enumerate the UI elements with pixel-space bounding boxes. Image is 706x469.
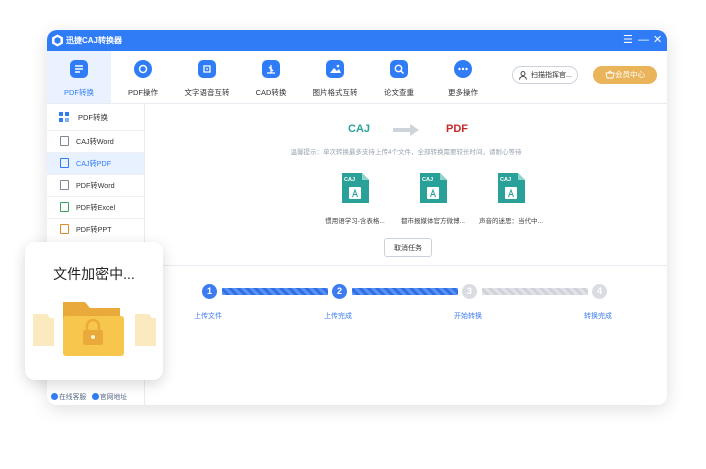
from-format-label: CAJ [348,123,371,135]
sidebar-item-pdf-excel[interactable]: PDF转Excel [47,196,144,218]
sidebar-item-label: PDF转Word [76,181,115,190]
tool-label: CAD转换 [255,88,287,97]
popup-title: 文件加密中... [53,266,135,282]
step-connector [352,288,458,295]
close-icon[interactable]: ✕ [653,33,662,47]
file-item[interactable]: CAJ 声音的迷思：当代中... [461,172,561,225]
sidebar-item-caj-pdf[interactable]: CAJ转PDF [47,152,144,174]
caj-file-icon: CAJ [498,173,525,203]
basket-icon [605,70,615,79]
title-bar: 迅捷CAJ转换器 ☰ — ✕ [47,30,667,51]
step-3-dot: 3 [462,284,477,299]
step-4-dot: 4 [592,284,607,299]
paper-check-icon [390,60,408,78]
cancel-task-button[interactable]: 取消任务 [384,238,432,257]
vip-center-button[interactable]: 会员中心 [593,66,657,84]
official-site-link[interactable]: 官网地址 [91,393,128,401]
locked-folder-icon [33,302,156,356]
step-connector [482,288,588,295]
scan-label: 扫描指挥官... [531,72,572,79]
cad-icon [262,60,280,78]
sidebar-item-label: CAJ转PDF [76,159,112,168]
tip-text: 温馨提示：单次转换最多支持上传4个文件，全部转换需要较长时间，请耐心等待 [290,149,522,156]
sidebar-header: PDF转换 [47,104,144,130]
caj-file-icon: CAJ [420,173,447,203]
encrypting-popup: 文件加密中... [25,242,163,380]
online-service-label: 在线客服 [59,394,87,401]
tool-label: PDF操作 [128,88,158,97]
service-icon [51,393,58,400]
vip-label: 会员中心 [615,70,645,79]
sidebar-item-label: PDF转Excel [76,203,116,212]
tool-label: 文字语音互转 [184,88,230,97]
tool-text-voice[interactable]: 文字语音互转 [175,51,239,103]
step-connector [222,288,328,295]
arrow-right-icon [393,124,419,136]
pdf-operate-icon [134,60,152,78]
image-icon [326,60,344,78]
to-format-label: PDF [446,123,468,135]
tool-label: 论文查重 [384,88,414,97]
sidebar-footer: 在线客服 官网地址 [51,391,127,401]
sidebar-header-label: PDF转换 [78,113,108,122]
sidebar-item-pdf-ppt[interactable]: PDF转PPT [47,218,144,240]
scan-commander-button[interactable]: 扫描指挥官... [512,66,578,84]
grid-icon [59,112,69,122]
file-badge: CAJ [500,177,511,183]
app-title: 迅捷CAJ转换器 [66,36,123,45]
file-icon [60,202,69,212]
app-logo-icon [52,34,63,47]
official-site-label: 官网地址 [99,394,128,401]
step-2-dot: 2 [332,284,347,299]
file-icon [60,180,69,190]
step-2-label: 上传完成 [324,313,352,320]
sidebar-item-caj-word[interactable]: CAJ转Word [47,130,144,152]
step-1-label: 上传文件 [194,313,222,320]
file-icon [60,158,69,168]
globe-icon [91,393,99,400]
more-icon [454,60,472,78]
user-icon [519,71,527,80]
text-voice-icon [198,60,216,78]
caj-file-icon: CAJ [342,173,369,203]
step-1-dot: 1 [202,284,217,299]
sidebar-item-label: PDF转PPT [76,225,112,234]
tool-label: 图片格式互转 [312,88,358,97]
tool-pdf-convert[interactable]: PDF转换 [47,51,111,103]
tool-label: PDF转换 [64,88,94,97]
tool-label: 更多操作 [448,88,478,97]
file-icon [60,136,69,146]
file-badge: CAJ [344,177,355,183]
file-name: 声音的迷思：当代中... [479,218,543,225]
tool-image[interactable]: 图片格式互转 [303,51,367,103]
minimize-icon[interactable]: — [638,33,649,47]
step-3-label: 开始转换 [454,313,482,320]
tool-more[interactable]: 更多操作 [431,51,495,103]
step-4-label: 转换完成 [584,313,612,320]
menu-icon[interactable]: ☰ [623,33,633,47]
progress-steps: 1 2 3 4 上传文件 上传完成 开始转换 转换完成 [145,266,667,405]
sidebar-item-pdf-word[interactable]: PDF转Word [47,174,144,196]
tool-pdf-operate[interactable]: PDF操作 [111,51,175,103]
tool-cad[interactable]: CAD转换 [239,51,303,103]
sidebar-item-label: CAJ转Word [76,137,114,146]
tool-paper-check[interactable]: 论文查重 [367,51,431,103]
online-service-link[interactable]: 在线客服 [51,393,87,401]
pdf-convert-icon [70,60,88,78]
main-toolbar: PDF转换 PDF操作 文字语音互转 CAD转换 图片格式互转 论文查重 更多操… [47,51,667,104]
file-icon [60,224,69,234]
file-badge: CAJ [422,177,433,183]
main-panel: CAJ PDF 温馨提示：单次转换最多支持上传4个文件，全部转换需要较长时间，请… [145,104,667,405]
